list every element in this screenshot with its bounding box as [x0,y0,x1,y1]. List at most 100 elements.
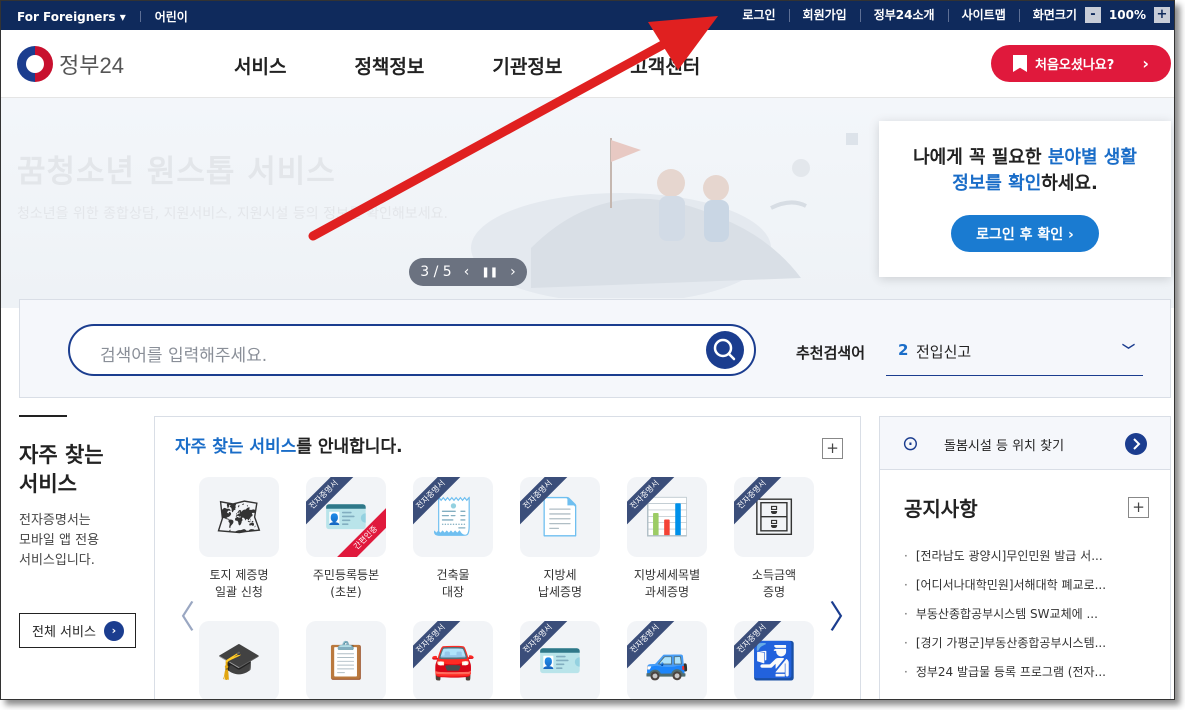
service-tile-box: 🎓 [199,621,279,699]
label-line1: 소득금액 [751,568,797,582]
bookmark-star-icon [1013,55,1027,72]
map-icon: 🗺 [216,497,262,538]
service-tile-label: 건축물대장 [413,567,493,601]
service-tile-box: 🚙 전자증명서 [627,621,707,699]
notice-item[interactable]: [어디서나대학민원]서해대학 폐교로... [904,571,1154,600]
life-info-card: 나에게 꼭 필요한 분야별 생활 정보를 확인하세요. 로그인 후 확인 › [879,121,1171,277]
info-text-2: 하세요. [1041,173,1098,194]
join-link[interactable]: 회원가입 [790,8,861,22]
browser-page: For Foreigners ▾ 어린이 로그인 회원가입 정부24소개 사이트… [0,0,1175,700]
next-services-arrow[interactable]: 〉 [829,592,861,638]
info-highlight-1: 분야별 생활 [1047,147,1137,168]
prev-services-arrow[interactable]: 〈 [163,592,195,638]
label-line2: 과세증명 [644,585,690,599]
divider [139,11,141,22]
service-tile[interactable]: 📄 전자증명서 지방세 납세증명 [520,477,600,601]
notice-more-button[interactable]: + [1128,497,1149,518]
kids-link[interactable]: 어린이 [155,8,188,25]
info-text-1: 나에게 꼭 필요한 [913,147,1048,168]
chart-board-icon: 📊 [644,497,690,538]
zoom-control: - 100% + [1084,7,1170,23]
desc-line3: 서비스입니다. [19,553,95,568]
hero-subtitle: 청소년을 위한 종합상담, 지원서비스, 지원시설 등의 정보를 확인해보세요. [17,206,448,222]
nav-agency[interactable]: 기관정보 [492,52,562,79]
nearby-facility-bar[interactable]: ⊙ 돌봄시설 등 위치 찾기 [879,416,1171,470]
label-line2: 대장 [441,585,465,599]
services-heading-rest: 를 안내합니다. [296,437,403,457]
service-tile-box: 🗺 [199,477,279,557]
notice-item[interactable]: [경기 가평군]부동산종합공부시스템... [904,629,1154,658]
service-tile[interactable]: 🪪 전자증명서 [520,621,600,699]
label-line2: 납세증명 [537,585,583,599]
service-tile-box: 🧾 전자증명서 [413,477,493,557]
service-tile[interactable]: 🪪 전자증명서 간편인증주민등록등본 (초본) [306,477,386,601]
next-slide-icon[interactable]: › [510,264,516,280]
search-button[interactable] [706,331,744,369]
notice-item[interactable]: 정부24 발급물 등록 프로그램 (전자... [904,658,1154,687]
document-search-icon: 🧾 [430,497,476,538]
site-logo[interactable]: 정부24 [17,46,124,82]
service-tile-box: 🪪 전자증명서 간편인증 [306,477,386,557]
pager-count: 3 / 5 [420,264,452,280]
prev-slide-icon[interactable]: ‹ [464,264,470,280]
logo-text: 정부24 [59,53,124,78]
service-tile[interactable]: 🗄 전자증명서 소득금액 증명 [734,477,814,601]
recommended-label: 추천검색어 [796,344,866,362]
nav-policy[interactable]: 정책정보 [354,52,424,79]
zoom-label: 화면크기 [1032,7,1077,22]
login-link[interactable]: 로그인 [729,8,790,22]
for-foreigners-link[interactable]: For Foreigners ▾ [17,10,126,24]
car-document-icon: 🚘 [430,641,476,682]
zoom-out-button[interactable]: - [1084,7,1101,23]
service-tile[interactable]: 🚘 전자증명서 [413,621,493,699]
login-check-button[interactable]: 로그인 후 확인 › [951,215,1099,252]
info-highlight-2: 정보를 확인 [952,173,1042,194]
sitemap-link[interactable]: 사이트맵 [949,8,1020,22]
frequent-desc: 전자증명서는 모바일 앱 전용 서비스입니다. [19,511,139,571]
service-tile[interactable]: 📊 전자증명서지방세세목별과세증명 [627,477,707,601]
recommended-select[interactable]: 2 전입신고 ﹀ [886,330,1143,376]
search-area: 검색어를 입력해주세요. 추천검색어 2 전입신고 ﹀ [19,299,1171,398]
recommended-rank: 2 [898,341,909,359]
zoom-in-button[interactable]: + [1154,7,1170,23]
label-line1: 토지 제증명 [209,568,269,582]
label-line1: 지방세세목별 [633,568,701,582]
carousel-pager: 3 / 5 ‹ ❚❚ › [409,258,527,286]
hero-title: 꿈청소년 원스톱 서비스 [17,154,336,190]
checklist-icon: 📋 [323,641,369,682]
arrow-right-circle-icon [1125,433,1147,455]
nearby-label: 돌봄시설 등 위치 찾기 [944,439,1065,454]
service-tile-label: 주민등록등본 (초본) [306,567,386,601]
label-line2: 증명 [762,585,786,599]
service-tile[interactable]: 🚙 전자증명서 [627,621,707,699]
desc-line1: 전자증명서는 [19,513,91,528]
label-line1: 건축물 [436,568,470,582]
service-tile[interactable]: 🧾 전자증명서건축물대장 [413,477,493,601]
service-tile[interactable]: 📋 [306,621,386,699]
notice-item[interactable]: [전라남도 광양시]무인민원 발급 서... [904,542,1154,571]
search-icon [713,338,736,361]
services-heading: 자주 찾는 서비스를 안내합니다. [175,432,403,457]
notice-list: [전라남도 광양시]무인민원 발급 서... [어디서나대학민원]서해대학 폐교… [904,542,1154,687]
all-services-button[interactable]: 전체 서비스 › [19,613,136,648]
nav-customer[interactable]: 고객센터 [630,52,700,79]
for-foreigners-label: For Foreigners [17,9,116,24]
pause-icon[interactable]: ❚❚ [481,267,498,278]
search-input[interactable]: 검색어를 입력해주세요. [68,324,756,376]
services-heading-highlight: 자주 찾는 서비스 [175,437,297,457]
service-tile-box: 📊 전자증명서 [627,477,707,557]
all-services-label: 전체 서비스 [32,625,96,640]
utility-bar: For Foreigners ▾ 어린이 로그인 회원가입 정부24소개 사이트… [1,1,1174,30]
service-tile[interactable]: 🛂 전자증명서 [734,621,814,699]
notice-item[interactable]: 부동산종합공부시스템 SW교체에 ... [904,600,1154,629]
first-visit-button[interactable]: 처음오셨나요? › [991,45,1171,82]
site-header: 정부24 서비스 정책정보 기관정보 고객센터 처음오셨나요? › [1,30,1174,98]
info-question: 나에게 꼭 필요한 분야별 생활 정보를 확인하세요. [879,145,1171,197]
service-tile-label: 소득금액증명 [734,567,814,601]
about-link[interactable]: 정부24소개 [861,8,949,22]
first-visit-label: 처음오셨나요? [1035,58,1115,73]
service-tile[interactable]: 🗺 토지 제증명 일괄 신청 [199,477,279,601]
services-more-button[interactable]: + [822,438,843,459]
service-tile[interactable]: 🎓 [199,621,279,699]
nav-services[interactable]: 서비스 [234,52,286,79]
